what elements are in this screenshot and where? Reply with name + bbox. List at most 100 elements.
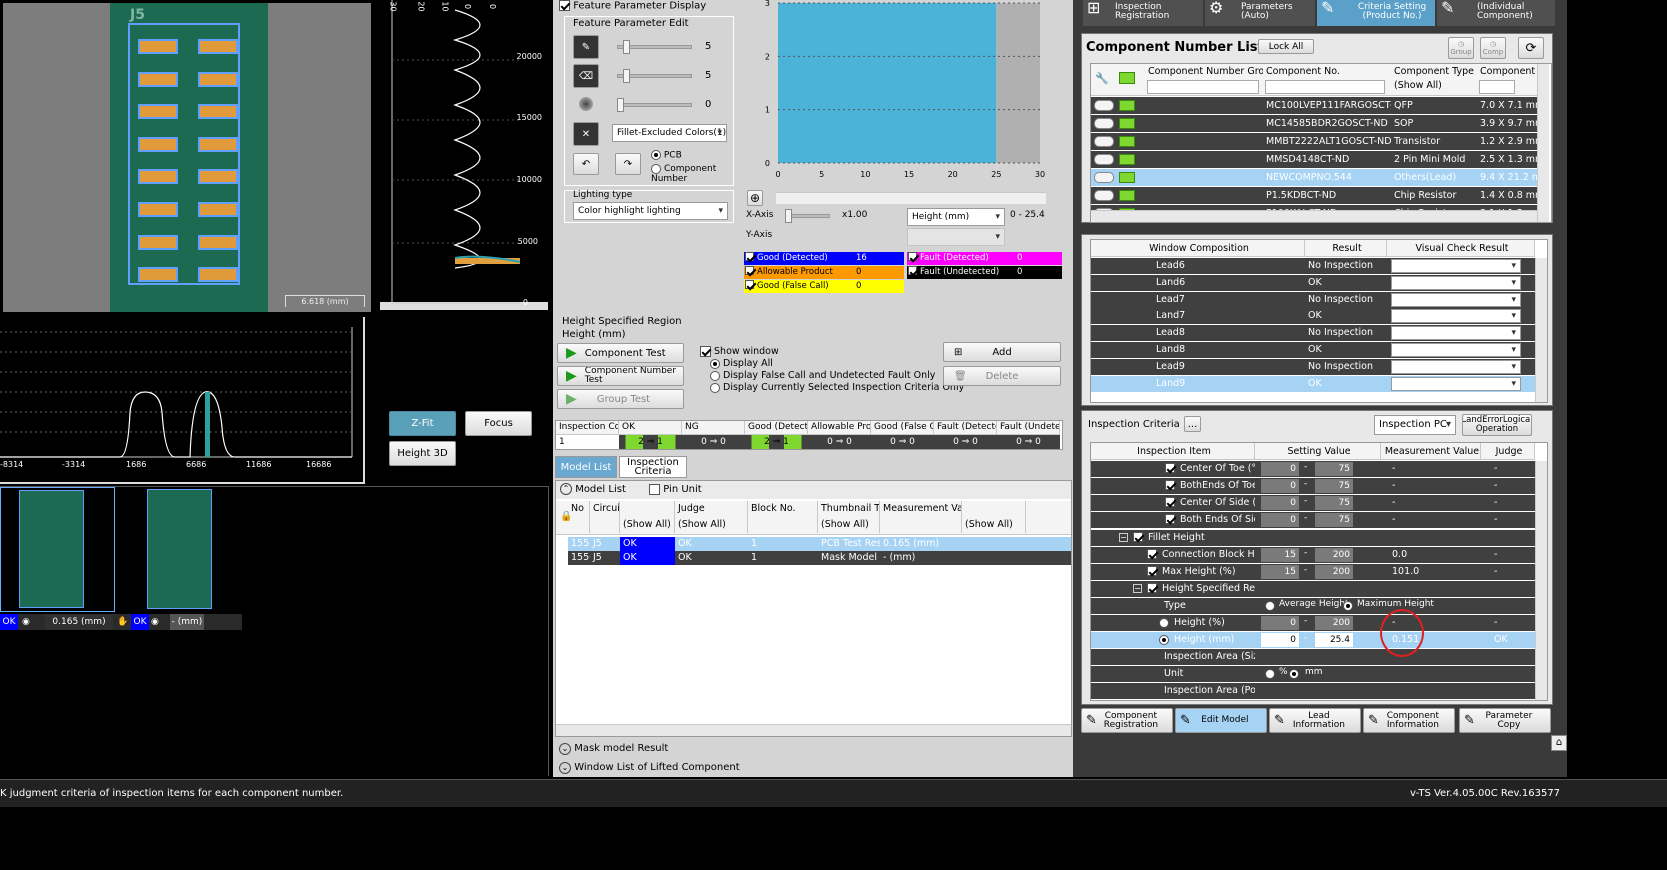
criteria-checkbox[interactable] [1133,532,1143,542]
pin-unit-checkbox[interactable] [649,483,661,495]
lock-toggle[interactable] [1094,118,1114,129]
slider-2-knob[interactable] [623,69,630,83]
add-axis-icon[interactable]: ⊕ [747,190,763,206]
component-test-button[interactable]: ▶ Component Test [557,343,684,363]
wc-row[interactable]: Land8 OK [1091,342,1535,358]
lock-toggle[interactable] [1094,154,1114,165]
criteria-checkbox[interactable] [1165,514,1175,524]
criteria-min[interactable]: 15 [1261,565,1299,579]
inspection-pc-dropdown[interactable]: Inspection PC [1374,415,1456,435]
criteria-max[interactable]: 200 [1315,548,1353,562]
feature-display-checkbox[interactable] [559,0,570,11]
criteria-row[interactable]: Max Height (%) 15-200 101.0- [1091,564,1535,580]
criteria-checkbox[interactable] [1165,497,1175,507]
criteria-min[interactable]: 0 [1261,616,1299,630]
cnl-row[interactable]: MMBT2222ALT1GOSCT-ND Transistor 1.2 X 2.9 … [1091,133,1537,150]
pin-unit-row[interactable]: Pin Unit [649,483,702,495]
collapse-icon[interactable]: − [1119,533,1128,542]
model-row[interactable]: 1556J5 OKOK 1 Mask Model - (mm) [568,551,1071,565]
undo-icon[interactable]: ↶ [573,153,599,175]
tab-parameters-auto[interactable]: ⚙ Parameters (Auto) [1205,0,1315,26]
criteria-row[interactable]: − Fillet Height [1091,530,1535,546]
visual-check-dropdown[interactable] [1391,309,1521,324]
display-false-call-radio[interactable] [710,370,720,381]
chart-hscroll[interactable] [776,192,1046,204]
legend-checkbox[interactable] [908,252,917,261]
battery-icon[interactable] [1119,72,1135,84]
wc-row[interactable]: Lead6 No Inspection [1091,258,1535,274]
brush-icon[interactable] [579,97,593,111]
hand-icon[interactable]: ✋ [117,614,128,630]
criteria-more-button[interactable]: ... [1184,416,1201,432]
criteria-max[interactable]: 75 [1315,513,1353,527]
criteria-max[interactable]: 200 [1315,565,1353,579]
cnl-row[interactable]: NEWCOMPNO.544 Others(Lead) 9.4 X 21.2 mm [1091,169,1537,186]
display-selected-row[interactable]: Display Currently Selected Inspection Cr… [700,382,964,394]
cnl-filter-no[interactable] [1265,80,1385,94]
clear-icon[interactable]: ✕ [573,122,599,146]
bottom-tab-1[interactable]: ✎ Edit Model [1175,708,1267,733]
visual-check-dropdown[interactable] [1391,326,1521,341]
legend-item[interactable]: Fault (Detected) 0 [907,252,1062,265]
criteria-checkbox[interactable] [1147,583,1157,593]
focus-button[interactable]: Focus [465,411,532,436]
lock-all-button[interactable]: Lock All [1258,39,1314,54]
legend-checkbox[interactable] [745,252,754,261]
tab-criteria-setting[interactable]: ✎ Criteria Setting (Product No.) [1317,0,1435,26]
criteria-max[interactable]: 25.4 [1315,633,1353,647]
criteria-row[interactable]: Center Of Side (°)0-75-- [1091,495,1535,511]
wc-row[interactable]: Lead9 No Inspection [1091,358,1535,375]
criteria-vscroll[interactable] [1535,461,1547,700]
criteria-opt1-radio[interactable] [1265,601,1275,611]
lock-toggle[interactable] [1094,100,1114,111]
group-test-button[interactable]: ▶ Group Test [557,389,684,409]
visual-check-dropdown[interactable] [1391,275,1521,290]
criteria-row[interactable]: Inspection Area (Posi [1091,683,1535,699]
model-list-header[interactable]: ⌃ Model List Pin Unit [556,481,1071,499]
slider-3-track[interactable] [617,103,692,107]
group-button[interactable]: ◷ Group [1448,37,1474,59]
x-zoom-knob[interactable] [785,209,792,223]
cnl-vscroll[interactable] [1537,64,1549,222]
tab-model-list[interactable]: Model List [555,456,617,478]
display-false-call-row[interactable]: Display False Call and Undetected Fault … [700,370,964,382]
legend-item[interactable]: Fault (Undetected) 0 [907,266,1062,279]
criteria-checkbox[interactable] [1165,480,1175,490]
criteria-opt2-radio[interactable] [1289,669,1299,679]
model-subheader[interactable] [568,517,590,533]
visual-check-dropdown[interactable] [1391,343,1521,357]
model-subheader[interactable]: (Show All) [962,517,1026,533]
cnl-filter-group[interactable] [1147,80,1259,94]
wc-vscroll[interactable] [1535,258,1547,402]
pcb-radio[interactable] [651,150,661,160]
legend-item[interactable]: Allowable Product 0 [744,266,904,279]
criteria-row[interactable]: Height (mm) 0-25.4 0.151 OK [1091,632,1535,648]
criteria-min[interactable]: 0 [1261,496,1299,510]
inspection-image-view[interactable]: J5 6.618 (mm) [3,3,371,312]
criteria-max[interactable]: 75 [1315,479,1353,493]
legend-item[interactable]: Good (Detected) 16 [744,252,904,265]
bottom-tab-0[interactable]: ✎ Component Registration [1081,708,1173,733]
mask-model-expander[interactable]: ⌄ Mask model Result [555,739,1072,758]
legend-checkbox[interactable] [745,280,754,289]
dock-icon[interactable]: ⌂ [1551,735,1567,751]
criteria-min[interactable]: 15 [1261,548,1299,562]
slider-3-knob[interactable] [617,98,624,112]
criteria-opt1-radio[interactable] [1265,669,1275,679]
criteria-radio[interactable] [1159,635,1169,645]
criteria-checkbox[interactable] [1147,549,1157,559]
expand-icon[interactable]: ⌄ [559,762,571,774]
thumbnail-1[interactable] [0,487,115,612]
cnl-filter-size[interactable] [1479,80,1515,94]
window-list-expander[interactable]: ⌄ Window List of Lifted Component [555,758,1072,777]
add-button[interactable]: ⊞ Add [943,342,1061,362]
cnl-row[interactable]: MC14585BDR2GOSCT-ND SOP 3.9 X 9.7 mm [1091,115,1537,132]
criteria-radio[interactable] [1159,618,1169,628]
z-fit-button[interactable]: Z-Fit [389,411,456,436]
bottom-tab-2[interactable]: ✎ Lead Information [1269,708,1361,733]
model-subheader[interactable] [590,517,620,533]
pcb-radio-row[interactable]: PCB [651,150,682,161]
eye-icon[interactable]: ◉ [151,614,159,630]
slider-1-knob[interactable] [623,40,630,54]
component-number-radio-row[interactable]: Component Number [651,164,731,184]
